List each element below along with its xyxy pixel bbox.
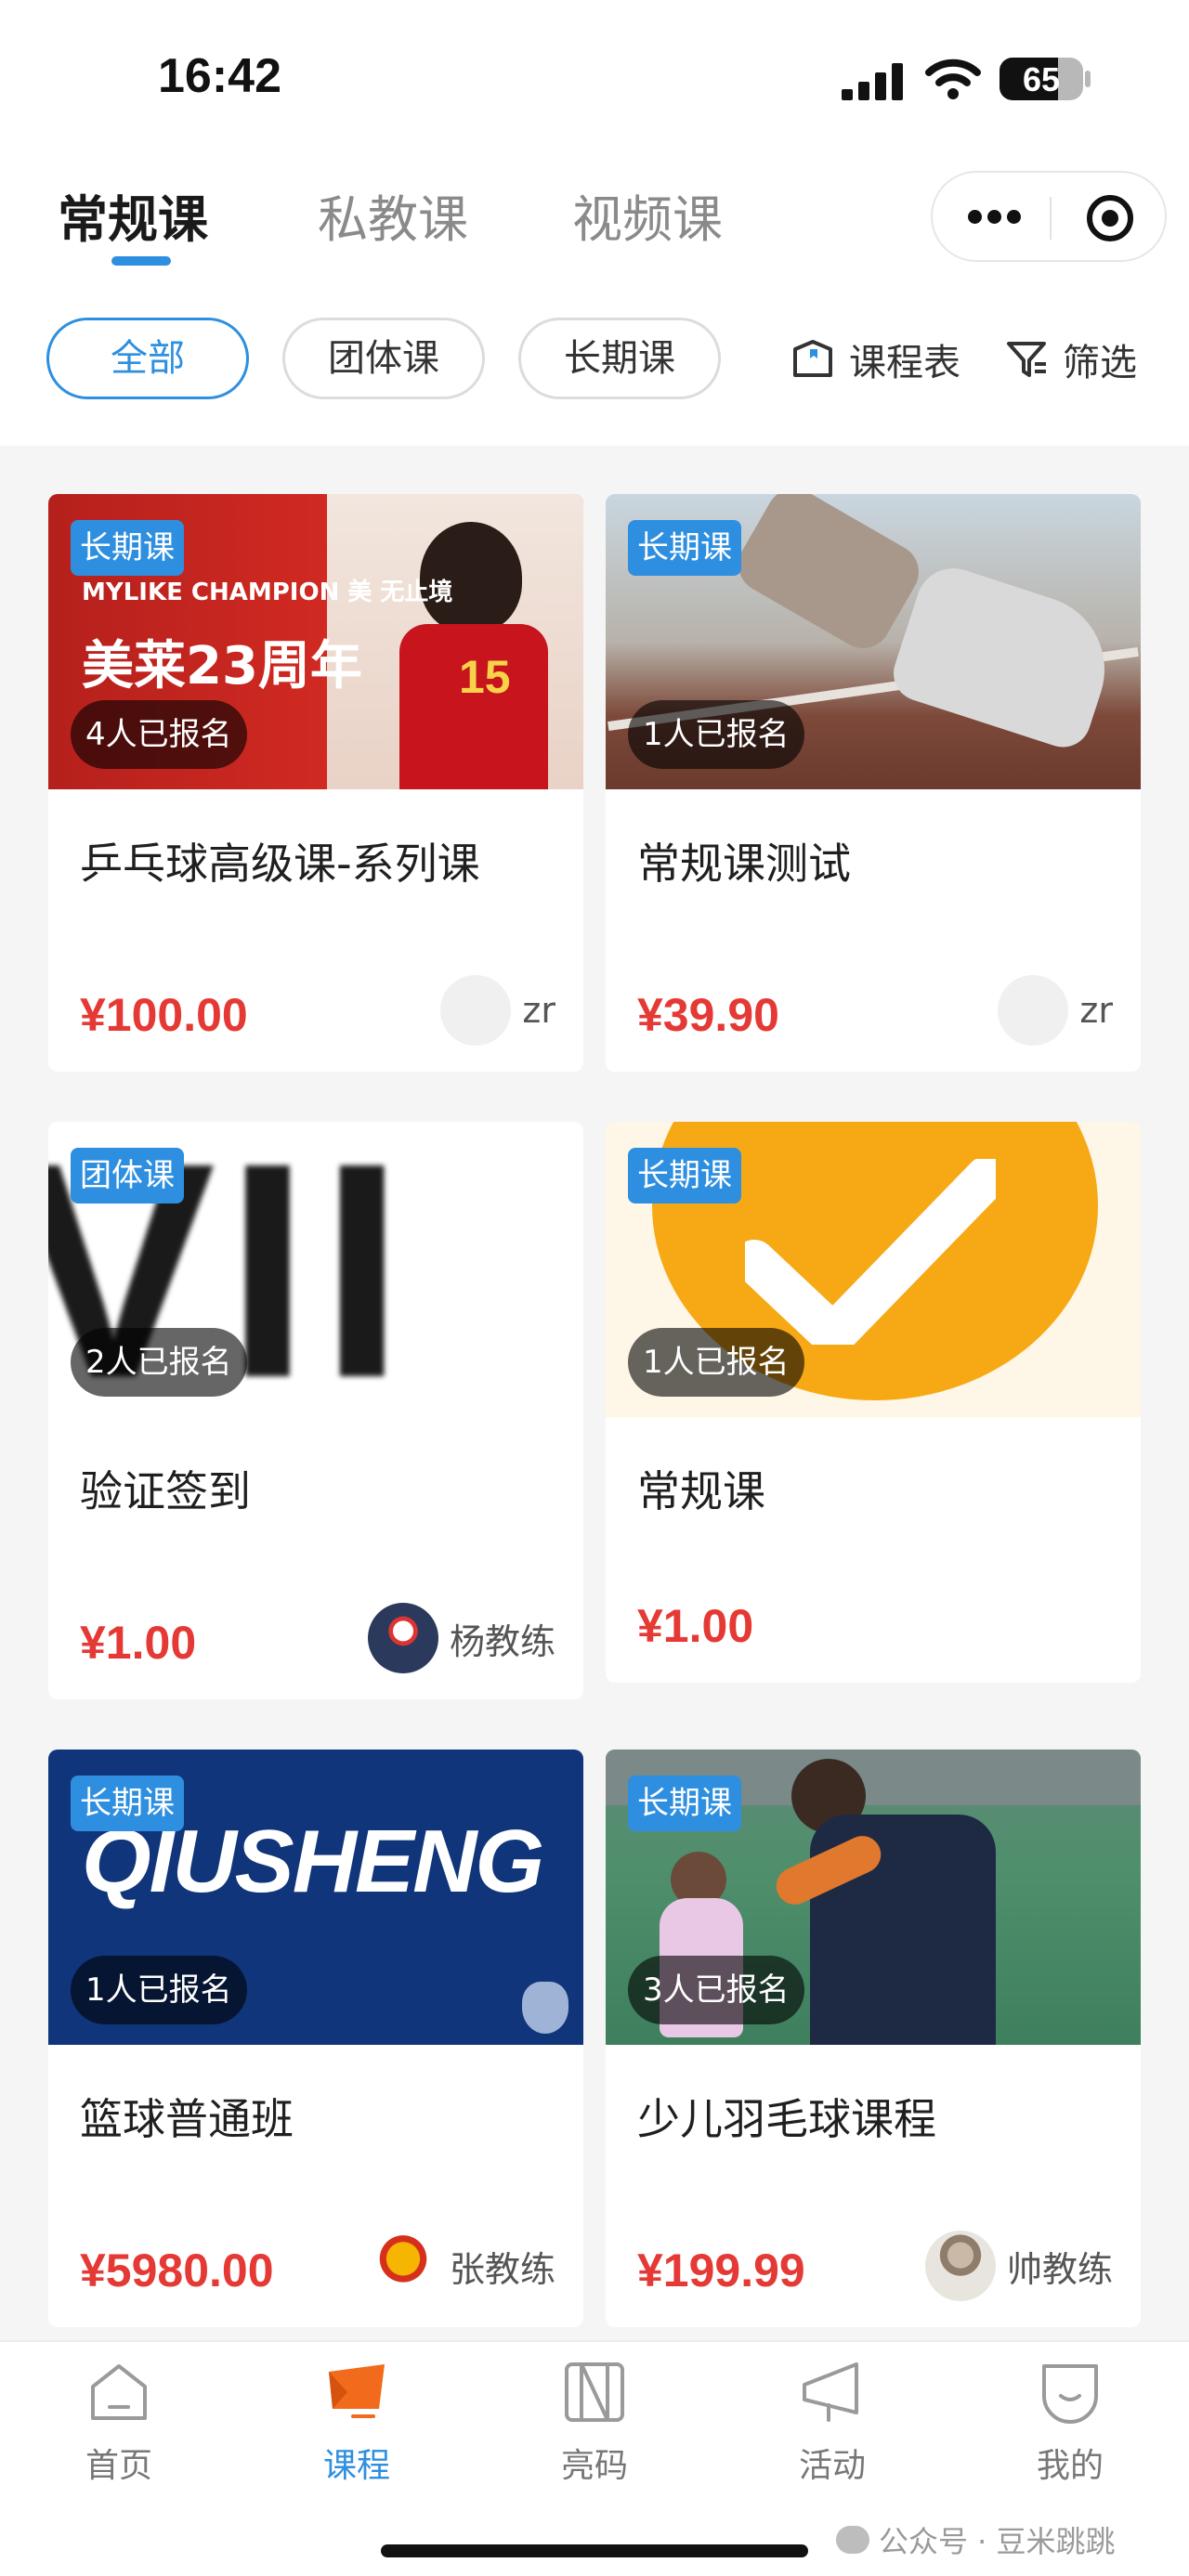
course-card[interactable]: 长期课 1人已报名 常规课 ¥1.00 [606, 1122, 1141, 1683]
enrolled-count: 1人已报名 [71, 1956, 247, 2024]
check-mark-icon [745, 1159, 996, 1345]
nav-course[interactable]: 课程 [282, 2355, 431, 2487]
chip-long-term[interactable]: 长期课 [518, 318, 721, 399]
nav-label: 我的 [1036, 2447, 1104, 2485]
coach-avatar [998, 975, 1069, 1046]
course-image: 15 MYLIKE CHAMPION 美 无止境 美莱23周年 长期课 4人已报… [48, 494, 583, 789]
activity-icon [803, 2362, 858, 2422]
tab-regular[interactable]: 常规课 [58, 178, 208, 252]
course-title: 篮球普通班 [80, 2094, 294, 2144]
enrolled-count: 3人已报名 [628, 1956, 804, 2024]
coach-name: zr [522, 990, 555, 1031]
wolf-logo-icon [522, 1982, 568, 2034]
more-icon[interactable] [968, 210, 1022, 225]
nav-label: 活动 [798, 2447, 866, 2485]
wifi-icon [925, 59, 981, 99]
nav-profile[interactable]: 我的 [996, 2355, 1144, 2487]
course-icon [329, 2364, 385, 2418]
wechat-icon [836, 2526, 869, 2554]
coach-info: zr [440, 975, 555, 1046]
enrolled-count: 2人已报名 [71, 1328, 247, 1397]
coach-name: 张教练 [449, 2248, 555, 2290]
nav-label: 课程 [322, 2447, 390, 2485]
course-title: 验证签到 [80, 1466, 251, 1516]
course-price: ¥39.90 [637, 989, 779, 1041]
miniprogram-capsule [931, 171, 1167, 262]
filter-bar: 全部 团体课 长期课 课程表 筛选 [0, 297, 1189, 446]
coach-avatar [924, 2231, 996, 2301]
course-title: 常规课测试 [637, 839, 851, 889]
home-icon [91, 2364, 147, 2420]
nav-label: 首页 [85, 2447, 152, 2485]
course-tag: 长期课 [71, 520, 184, 576]
coach-info: 帅教练 [924, 2231, 1113, 2301]
course-price: ¥100.00 [80, 989, 248, 1041]
course-title: 乒乓球高级课-系列课 [80, 839, 480, 889]
filter-funnel-icon [1007, 342, 1046, 377]
status-time: 16:42 [158, 49, 281, 103]
course-title: 少儿羽毛球课程 [637, 2094, 936, 2144]
code-icon [565, 2362, 624, 2422]
bottom-tab-bar: 首页 课程 亮码 活动 我的 公众号 · 豆米跳跳 [0, 2340, 1189, 2576]
course-tag: 团体课 [71, 1148, 184, 1203]
coach-avatar [367, 2231, 438, 2301]
coach-info: 张教练 [367, 2231, 555, 2301]
enrolled-count: 1人已报名 [628, 700, 804, 769]
course-image: VII 团体课 2人已报名 [48, 1122, 583, 1417]
tab-video[interactable]: 视频课 [572, 178, 723, 252]
course-type-tabs: 常规课 私教课 视频课 [0, 158, 1189, 297]
course-price: ¥5980.00 [80, 2244, 274, 2296]
course-image: 长期课 1人已报名 [606, 1122, 1141, 1417]
course-card[interactable]: QIUSHENG 长期课 1人已报名 篮球普通班 ¥5980.00 张教练 [48, 1750, 583, 2327]
battery-icon: 65 [1000, 58, 1083, 100]
course-tag: 长期课 [628, 1776, 741, 1831]
chip-group[interactable]: 团体课 [282, 318, 485, 399]
status-bar: 16:42 65 [0, 0, 1189, 158]
coach-avatar [440, 975, 512, 1046]
cellular-signal-icon [842, 63, 903, 100]
tab-private[interactable]: 私教课 [318, 178, 468, 252]
course-price: ¥1.00 [80, 1617, 197, 1669]
course-image: QIUSHENG 长期课 1人已报名 [48, 1750, 583, 2045]
course-card[interactable]: VII 团体课 2人已报名 验证签到 ¥1.00 杨教练 [48, 1122, 583, 1699]
course-tag: 长期课 [628, 1148, 741, 1203]
schedule-label: 课程表 [849, 342, 960, 384]
coach-info: zr [998, 975, 1113, 1046]
coach-name: 杨教练 [449, 1620, 555, 1662]
course-tag: 长期课 [628, 520, 741, 576]
home-indicator [381, 2544, 808, 2557]
course-image: 长期课 3人已报名 [606, 1750, 1141, 2045]
schedule-button[interactable]: 课程表 [790, 332, 960, 386]
battery-level: 65 [1022, 60, 1061, 98]
enrolled-count: 4人已报名 [71, 700, 247, 769]
course-image: 长期课 1人已报名 [606, 494, 1141, 789]
filter-label: 筛选 [1063, 342, 1137, 384]
enrolled-count: 1人已报名 [628, 1328, 804, 1397]
course-card[interactable]: 15 MYLIKE CHAMPION 美 无止境 美莱23周年 长期课 4人已报… [48, 494, 583, 1072]
coach-name: 帅教练 [1006, 2248, 1113, 2290]
nav-code[interactable]: 亮码 [520, 2355, 669, 2487]
nav-activity[interactable]: 活动 [758, 2355, 907, 2487]
nav-label: 亮码 [560, 2447, 628, 2485]
course-title: 常规课 [637, 1466, 765, 1516]
chip-all[interactable]: 全部 [46, 318, 249, 399]
close-target-icon[interactable] [1087, 195, 1133, 241]
coach-name: zr [1079, 990, 1113, 1031]
course-price: ¥1.00 [637, 1600, 754, 1652]
profile-icon [1042, 2364, 1098, 2424]
course-card[interactable]: 长期课 1人已报名 常规课测试 ¥39.90 zr [606, 494, 1141, 1072]
course-card[interactable]: 长期课 3人已报名 少儿羽毛球课程 ¥199.99 帅教练 [606, 1750, 1141, 2327]
watermark: 公众号 · 豆米跳跳 [836, 2518, 1116, 2561]
course-price: ¥199.99 [637, 2244, 805, 2296]
filter-button[interactable]: 筛选 [1003, 332, 1137, 386]
coach-info: 杨教练 [367, 1603, 555, 1673]
tab-underline [111, 256, 171, 266]
watermark-text: 公众号 · 豆米跳跳 [879, 2524, 1116, 2559]
coach-avatar [367, 1603, 438, 1673]
course-tag: 长期课 [71, 1776, 184, 1831]
calendar-box-icon [793, 340, 832, 377]
nav-home[interactable]: 首页 [45, 2355, 193, 2487]
